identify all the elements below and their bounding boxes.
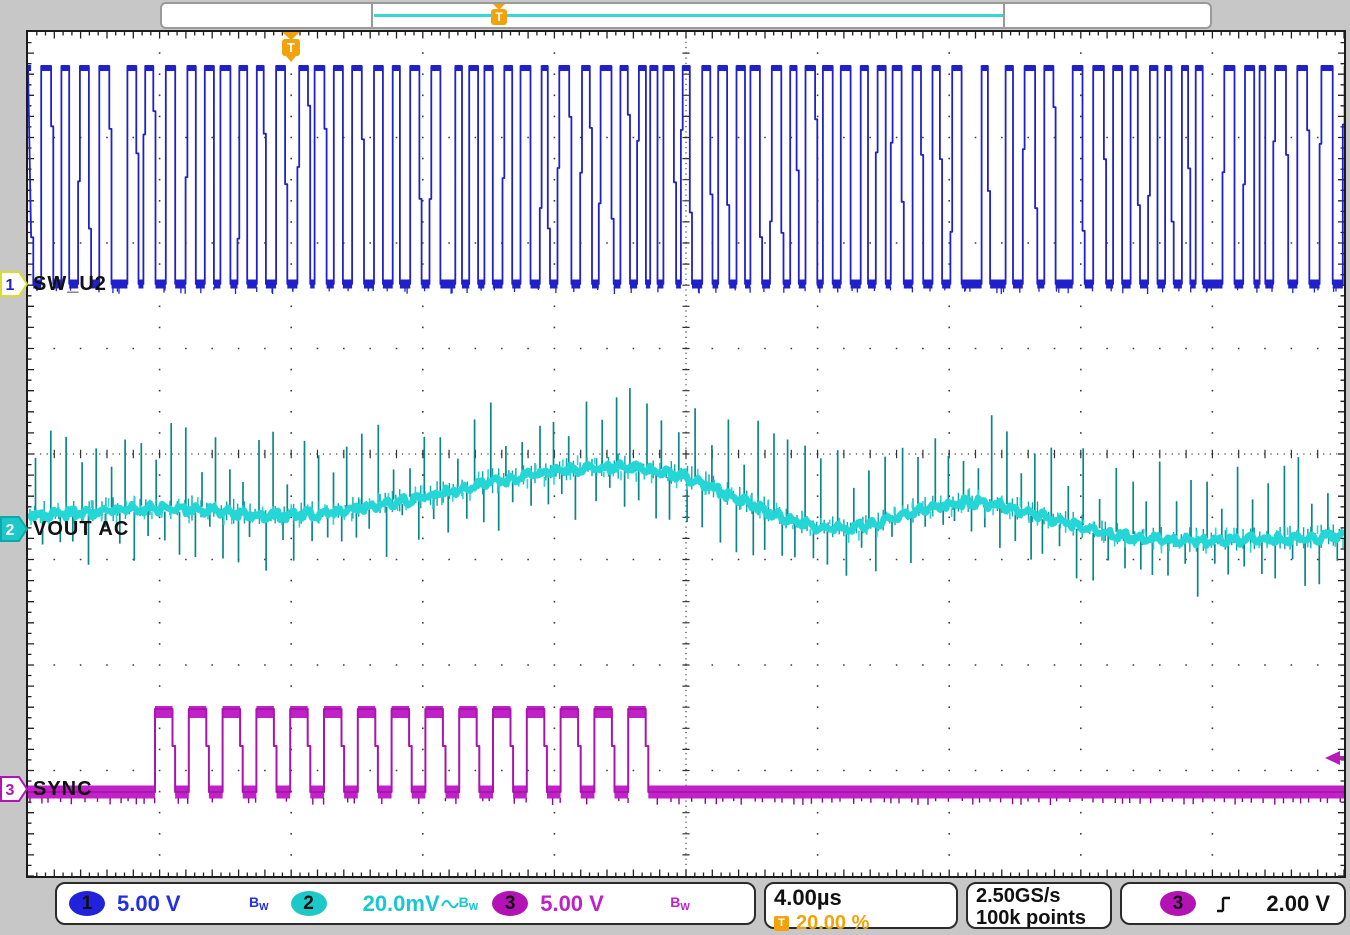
- trace-ch2-spikes: [36, 388, 1338, 597]
- acquisition-readout-box[interactable]: 2.50GS/s 100k points: [966, 882, 1112, 929]
- window-right-bracket: [1003, 4, 1005, 27]
- window-position-line: [374, 14, 1003, 17]
- channel-2-scale: 20.0mV: [363, 891, 440, 917]
- channel-3-ground-marker[interactable]: 3: [0, 776, 28, 802]
- trigger-t-icon: T: [491, 9, 507, 25]
- trigger-level-value: 2.00 V: [1266, 891, 1330, 917]
- channel-2-ground-marker[interactable]: 2: [0, 516, 28, 542]
- record-view-bar[interactable]: T: [160, 2, 1212, 29]
- channel-3-badge[interactable]: 3: [492, 891, 528, 916]
- record-trigger-marker[interactable]: T: [491, 4, 507, 29]
- trigger-level-arrow-icon[interactable]: [1325, 751, 1344, 765]
- horizontal-readout-box[interactable]: 4.00µs T 20.00 %: [764, 882, 958, 929]
- channel-1-bandwidth-icon: BW: [249, 894, 269, 913]
- channel-1-marker-num: 1: [6, 277, 15, 294]
- channel-1-label: SW_U2: [33, 273, 107, 296]
- trace-ch1: [28, 66, 1344, 284]
- channel-3-scale: 5.00 V: [540, 891, 638, 917]
- window-left-bracket: [371, 4, 373, 27]
- graticule: [26, 30, 1346, 878]
- trigger-readout-box[interactable]: 3 2.00 V: [1120, 882, 1346, 925]
- trigger-position-value: 20.00 %: [796, 912, 869, 935]
- channel-1-badge[interactable]: 1: [69, 891, 105, 916]
- channel-2-label: VOUT AC: [33, 518, 129, 541]
- channel-1-scale: 5.00 V: [117, 891, 215, 917]
- channel-readout-box[interactable]: 1 5.00 V BW 2 20.0mV BW 3 5.00 V BW: [55, 882, 756, 925]
- channel-3-bandwidth-icon: BW: [670, 894, 690, 913]
- trigger-flag-t-icon: T: [282, 39, 300, 56]
- trigger-t-badge-icon: T: [774, 916, 789, 931]
- channel-3-marker-num: 3: [6, 782, 15, 799]
- trigger-source-badge: 3: [1160, 891, 1196, 916]
- timebase-value: 4.00µs: [774, 885, 956, 911]
- waveform-plot: [28, 32, 1344, 876]
- oscilloscope-screen: T T 1 2 3 SW_U2 VOUT AC SYNC 1 5.00 V BW…: [0, 0, 1350, 933]
- channel-1-ground-marker[interactable]: 1: [0, 271, 28, 297]
- trigger-position-flag[interactable]: T: [280, 30, 302, 60]
- trace-ch3-noise: [30, 798, 1340, 805]
- sample-rate: 2.50GS/s: [976, 885, 1110, 907]
- channel-2-badge[interactable]: 2: [291, 891, 327, 916]
- channel-2-bandwidth-icon: BW: [459, 894, 479, 913]
- rising-edge-icon: [1214, 893, 1234, 915]
- record-length: 100k points: [976, 907, 1110, 929]
- center-axis-ticks: [54, 53, 1317, 855]
- channel-3-label: SYNC: [33, 778, 93, 801]
- ac-coupling-icon: [441, 896, 459, 912]
- trigger-flag-tip-icon: [286, 56, 296, 62]
- channel-2-marker-num: 2: [6, 522, 15, 539]
